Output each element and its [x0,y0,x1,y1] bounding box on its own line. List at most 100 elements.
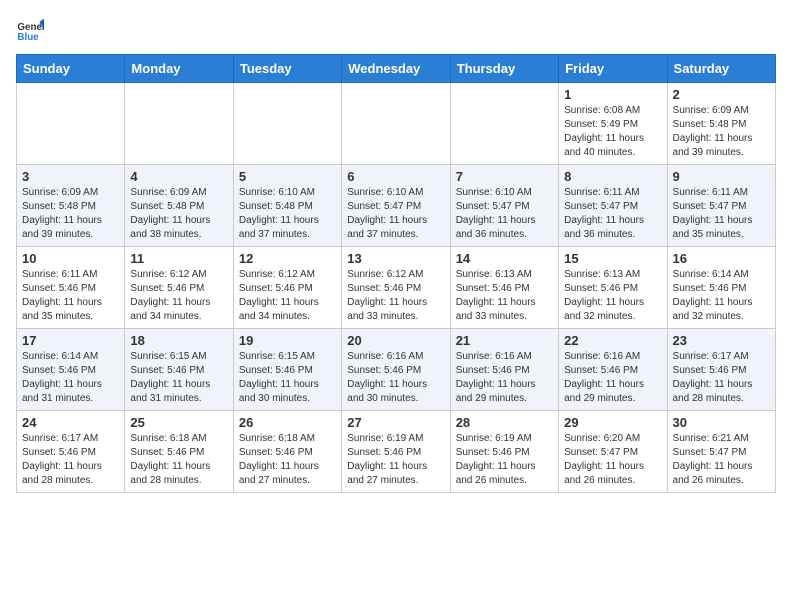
day-info: Sunrise: 6:12 AM Sunset: 5:46 PM Dayligh… [130,268,227,324]
day-number: 10 [22,251,119,266]
calendar-cell: 8 Sunrise: 6:11 AM Sunset: 5:47 PM Daylig… [559,165,667,247]
day-info: Sunrise: 6:12 AM Sunset: 5:46 PM Dayligh… [239,268,336,324]
day-info: Sunrise: 6:16 AM Sunset: 5:46 PM Dayligh… [456,350,553,406]
day-number: 11 [130,251,227,266]
day-number: 20 [347,333,444,348]
calendar-cell: 3 Sunrise: 6:09 AM Sunset: 5:48 PM Daylig… [17,165,125,247]
day-number: 16 [673,251,770,266]
day-number: 28 [456,415,553,430]
calendar-cell: 11 Sunrise: 6:12 AM Sunset: 5:46 PM Dayli… [125,247,233,329]
calendar-table: SundayMondayTuesdayWednesdayThursdayFrid… [16,54,776,493]
weekday-header: Thursday [450,55,558,83]
calendar-cell: 1 Sunrise: 6:08 AM Sunset: 5:49 PM Daylig… [559,83,667,165]
calendar-cell: 21 Sunrise: 6:16 AM Sunset: 5:46 PM Dayli… [450,329,558,411]
day-number: 25 [130,415,227,430]
logo: General Blue [16,16,48,44]
day-info: Sunrise: 6:16 AM Sunset: 5:46 PM Dayligh… [564,350,661,406]
calendar-week-row: 1 Sunrise: 6:08 AM Sunset: 5:49 PM Daylig… [17,83,776,165]
calendar-cell: 14 Sunrise: 6:13 AM Sunset: 5:46 PM Dayli… [450,247,558,329]
day-info: Sunrise: 6:17 AM Sunset: 5:46 PM Dayligh… [673,350,770,406]
calendar-week-row: 17 Sunrise: 6:14 AM Sunset: 5:46 PM Dayli… [17,329,776,411]
calendar-cell: 13 Sunrise: 6:12 AM Sunset: 5:46 PM Dayli… [342,247,450,329]
day-number: 13 [347,251,444,266]
calendar-cell: 27 Sunrise: 6:19 AM Sunset: 5:46 PM Dayli… [342,411,450,493]
weekday-header: Tuesday [233,55,341,83]
calendar-cell: 9Sunrise: 6:11 AM Sunset: 5:47 PM Daylig… [667,165,775,247]
calendar-cell: 25 Sunrise: 6:18 AM Sunset: 5:46 PM Dayli… [125,411,233,493]
day-number: 30 [673,415,770,430]
day-number: 14 [456,251,553,266]
day-info: Sunrise: 6:18 AM Sunset: 5:46 PM Dayligh… [130,432,227,488]
day-info: Sunrise: 6:15 AM Sunset: 5:46 PM Dayligh… [239,350,336,406]
calendar-cell: 16 Sunrise: 6:14 AM Sunset: 5:46 PM Dayli… [667,247,775,329]
day-info: Sunrise: 6:10 AM Sunset: 5:47 PM Dayligh… [347,186,444,242]
logo-icon: General Blue [16,16,44,44]
calendar-cell [17,83,125,165]
calendar-cell: 6 Sunrise: 6:10 AM Sunset: 5:47 PM Daylig… [342,165,450,247]
day-info: Sunrise: 6:19 AM Sunset: 5:46 PM Dayligh… [347,432,444,488]
weekday-header: Sunday [17,55,125,83]
day-number: 26 [239,415,336,430]
day-info: Sunrise: 6:08 AM Sunset: 5:49 PM Dayligh… [564,104,661,160]
day-number: 4 [130,169,227,184]
svg-text:Blue: Blue [17,32,39,43]
day-number: 29 [564,415,661,430]
day-info: Sunrise: 6:11 AM Sunset: 5:47 PM Dayligh… [564,186,661,242]
day-info: Sunrise: 6:11 AM Sunset: 5:46 PM Dayligh… [22,268,119,324]
day-info: Sunrise: 6:17 AM Sunset: 5:46 PM Dayligh… [22,432,119,488]
weekday-header: Monday [125,55,233,83]
day-number: 17 [22,333,119,348]
day-info: Sunrise: 6:09 AM Sunset: 5:48 PM Dayligh… [22,186,119,242]
day-number: 24 [22,415,119,430]
calendar-cell: 2Sunrise: 6:09 AM Sunset: 5:48 PM Daylig… [667,83,775,165]
weekday-header: Saturday [667,55,775,83]
day-info: Sunrise: 6:18 AM Sunset: 5:46 PM Dayligh… [239,432,336,488]
calendar-cell: 18Sunrise: 6:15 AM Sunset: 5:46 PM Dayli… [125,329,233,411]
day-number: 7 [456,169,553,184]
calendar-week-row: 3 Sunrise: 6:09 AM Sunset: 5:48 PM Daylig… [17,165,776,247]
calendar-header-row: SundayMondayTuesdayWednesdayThursdayFrid… [17,55,776,83]
calendar-cell: 28 Sunrise: 6:19 AM Sunset: 5:46 PM Dayli… [450,411,558,493]
calendar-cell [450,83,558,165]
calendar-cell [125,83,233,165]
day-info: Sunrise: 6:11 AM Sunset: 5:47 PM Dayligh… [673,186,770,242]
calendar-cell: 22Sunrise: 6:16 AM Sunset: 5:46 PM Dayli… [559,329,667,411]
day-number: 18 [130,333,227,348]
day-info: Sunrise: 6:20 AM Sunset: 5:47 PM Dayligh… [564,432,661,488]
day-number: 27 [347,415,444,430]
calendar-cell: 26 Sunrise: 6:18 AM Sunset: 5:46 PM Dayli… [233,411,341,493]
day-info: Sunrise: 6:14 AM Sunset: 5:46 PM Dayligh… [673,268,770,324]
calendar-cell [233,83,341,165]
day-number: 21 [456,333,553,348]
day-number: 6 [347,169,444,184]
calendar-cell: 29 Sunrise: 6:20 AM Sunset: 5:47 PM Dayli… [559,411,667,493]
day-info: Sunrise: 6:10 AM Sunset: 5:48 PM Dayligh… [239,186,336,242]
calendar-cell: 20 Sunrise: 6:16 AM Sunset: 5:46 PM Dayli… [342,329,450,411]
weekday-header: Wednesday [342,55,450,83]
calendar-cell: 23Sunrise: 6:17 AM Sunset: 5:46 PM Dayli… [667,329,775,411]
day-info: Sunrise: 6:16 AM Sunset: 5:46 PM Dayligh… [347,350,444,406]
calendar-week-row: 24 Sunrise: 6:17 AM Sunset: 5:46 PM Dayli… [17,411,776,493]
day-info: Sunrise: 6:13 AM Sunset: 5:46 PM Dayligh… [564,268,661,324]
day-info: Sunrise: 6:14 AM Sunset: 5:46 PM Dayligh… [22,350,119,406]
day-number: 8 [564,169,661,184]
day-info: Sunrise: 6:12 AM Sunset: 5:46 PM Dayligh… [347,268,444,324]
day-number: 3 [22,169,119,184]
day-info: Sunrise: 6:19 AM Sunset: 5:46 PM Dayligh… [456,432,553,488]
day-info: Sunrise: 6:10 AM Sunset: 5:47 PM Dayligh… [456,186,553,242]
calendar-week-row: 10 Sunrise: 6:11 AM Sunset: 5:46 PM Dayli… [17,247,776,329]
calendar-cell: 17 Sunrise: 6:14 AM Sunset: 5:46 PM Dayli… [17,329,125,411]
day-number: 12 [239,251,336,266]
calendar-cell [342,83,450,165]
calendar-cell: 30 Sunrise: 6:21 AM Sunset: 5:47 PM Dayli… [667,411,775,493]
day-info: Sunrise: 6:13 AM Sunset: 5:46 PM Dayligh… [456,268,553,324]
day-number: 1 [564,87,661,102]
weekday-header: Friday [559,55,667,83]
calendar-cell: 7 Sunrise: 6:10 AM Sunset: 5:47 PM Daylig… [450,165,558,247]
day-number: 2 [673,87,770,102]
day-info: Sunrise: 6:21 AM Sunset: 5:47 PM Dayligh… [673,432,770,488]
day-number: 19 [239,333,336,348]
day-number: 5 [239,169,336,184]
calendar-cell: 15Sunrise: 6:13 AM Sunset: 5:46 PM Dayli… [559,247,667,329]
calendar-cell: 5 Sunrise: 6:10 AM Sunset: 5:48 PM Daylig… [233,165,341,247]
